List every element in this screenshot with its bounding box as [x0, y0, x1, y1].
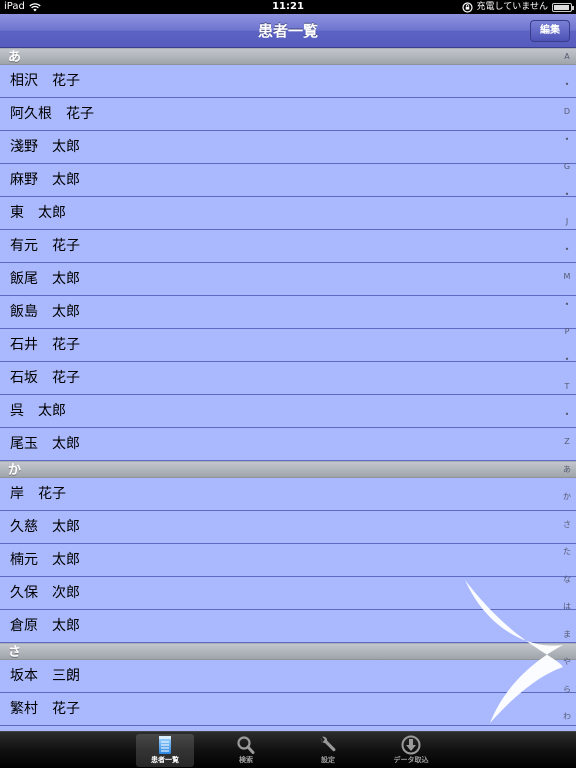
tab-label: 設定	[321, 756, 335, 764]
index-item[interactable]: わ	[558, 712, 576, 722]
index-item[interactable]: さ	[558, 520, 576, 530]
list-item[interactable]: 有元 花子	[0, 230, 576, 263]
list-item[interactable]: 阿久根 花子	[0, 98, 576, 131]
tab-patient-list[interactable]: 患者一覧	[136, 734, 194, 767]
list-item[interactable]: 東 太郎	[0, 197, 576, 230]
list-item[interactable]: 石坂 花子	[0, 362, 576, 395]
index-item[interactable]: •	[558, 300, 576, 310]
edit-button[interactable]: 編集	[530, 20, 570, 42]
status-bar: iPad 11:21 充電していません	[0, 0, 576, 14]
rotation-lock-icon	[461, 1, 473, 13]
tab-settings[interactable]: 設定	[299, 734, 357, 767]
list-item[interactable]: 久慈 太郎	[0, 511, 576, 544]
list-item[interactable]: 呉 太郎	[0, 395, 576, 428]
page-title: 患者一覧	[257, 22, 318, 40]
index-item[interactable]: •	[558, 190, 576, 200]
list-item[interactable]: 久保 次郎	[0, 577, 576, 610]
navigation-bar: 患者一覧 編集	[0, 14, 576, 48]
charging-status: 充電していません	[476, 2, 548, 12]
list-item[interactable]: 麻野 太郎	[0, 164, 576, 197]
section-index-bar[interactable]: A • D • G • J • M • P • T • Z あ か さ た な …	[558, 52, 576, 722]
section-header-sa: さ	[0, 643, 576, 660]
index-item[interactable]: た	[558, 547, 576, 557]
index-item[interactable]: Z	[558, 437, 576, 447]
list-item[interactable]: 岸 花子	[0, 478, 576, 511]
tab-label: 検索	[239, 756, 253, 764]
index-item[interactable]: な	[558, 575, 576, 585]
list-item[interactable]: 倉原 太郎	[0, 610, 576, 643]
index-item[interactable]: か	[558, 492, 576, 502]
index-item[interactable]: は	[558, 602, 576, 612]
index-item[interactable]: D	[558, 107, 576, 117]
list-item[interactable]: 飯島 太郎	[0, 296, 576, 329]
index-item[interactable]: T	[558, 382, 576, 392]
patient-list[interactable]: あ 相沢 花子 阿久根 花子 淺野 太郎 麻野 太郎 東 太郎 有元 花子 飯尾…	[0, 48, 576, 731]
index-item[interactable]: M	[558, 272, 576, 282]
list-item[interactable]: 尾玉 太郎	[0, 428, 576, 461]
list-item[interactable]: 坂本 三朗	[0, 660, 576, 693]
list-item[interactable]: 楠元 太郎	[0, 544, 576, 577]
list-item[interactable]: 繁村 花子	[0, 693, 576, 726]
index-item[interactable]: J	[558, 217, 576, 227]
section-header-a: あ	[0, 48, 576, 65]
download-icon	[401, 735, 421, 755]
index-item[interactable]: G	[558, 162, 576, 172]
index-item[interactable]: •	[558, 135, 576, 145]
wrench-icon	[320, 736, 336, 752]
list-item[interactable]: 相沢 花子	[0, 65, 576, 98]
index-item[interactable]: •	[558, 80, 576, 90]
index-item[interactable]: •	[558, 245, 576, 255]
index-item[interactable]: ら	[558, 685, 576, 695]
tab-search[interactable]: 検索	[217, 734, 275, 767]
index-item[interactable]: や	[558, 657, 576, 667]
tab-data-import[interactable]: データ取込	[382, 734, 440, 767]
battery-icon	[552, 2, 574, 12]
list-item[interactable]: 飯尾 太郎	[0, 263, 576, 296]
index-item[interactable]: A	[558, 52, 576, 62]
section-header-ka: か	[0, 461, 576, 478]
tab-bar: 患者一覧 検索 設定 データ取込	[0, 731, 576, 768]
index-item[interactable]: •	[558, 410, 576, 420]
tab-label: データ取込	[393, 756, 429, 764]
index-item[interactable]: •	[558, 355, 576, 365]
notepad-icon	[159, 736, 171, 754]
index-item[interactable]: あ	[558, 465, 576, 475]
index-item[interactable]: ま	[558, 630, 576, 640]
tab-label: 患者一覧	[151, 756, 179, 764]
index-item[interactable]: P	[558, 327, 576, 337]
list-item[interactable]: 石井 花子	[0, 329, 576, 362]
list-item[interactable]: 淺野 太郎	[0, 131, 576, 164]
magnifier-icon	[237, 736, 255, 754]
